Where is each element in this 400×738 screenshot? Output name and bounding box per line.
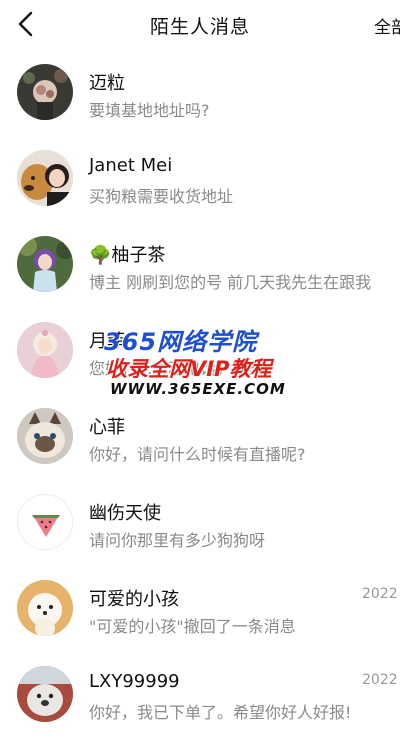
conversation-item[interactable]: 🌳柚子茶 博主 刚刷到您的号 前几天我先生在跟我 [0,222,400,308]
avatar-princess-icon[interactable] [17,322,73,378]
conversation-item[interactable]: LXY99999 你好，我已下单了。希望你好人好报! 2022 [0,652,400,738]
conversation-item[interactable]: 心菲 你好，请问什么时候有直播呢? [0,394,400,480]
avatar-pomeranian-icon[interactable] [17,580,73,636]
nav-header: 陌生人消息 全部 [0,0,400,48]
message-preview: 博主 刚刷到您的号 前几天我先生在跟我 [89,273,372,292]
contact-name: 可爱的小孩 [89,589,179,610]
conversation-item[interactable]: 月菲 您好，...对和电话，我家 [0,308,400,394]
message-preview: 请问你那里有多少狗狗呀 [89,531,266,550]
contact-name: 幽伤天使 [89,503,161,524]
conversation-list: 迈粒 要填基地地址吗? Janet Mei 买狗粮需要收货地址 🌳柚子茶 博主 … [0,50,400,738]
message-preview: 要填基地地址吗? [89,101,210,120]
contact-name: 🌳柚子茶 [89,245,166,266]
avatar-cat-icon[interactable] [17,408,73,464]
header-action-button[interactable]: 全部 [374,13,400,38]
message-time: 2022 [362,586,398,602]
avatar-seal-icon[interactable] [17,666,73,722]
contact-name: 迈粒 [89,73,125,94]
page-title: 陌生人消息 [149,16,250,38]
conversation-item[interactable]: 幽伤天使 请问你那里有多少狗狗呀 [0,480,400,566]
contact-name: LXY99999 [89,671,180,692]
conversation-item[interactable]: Janet Mei 买狗粮需要收货地址 [0,136,400,222]
message-preview: "可爱的小孩"撤回了一条消息 [89,617,296,636]
contact-name: 心菲 [89,417,125,438]
avatar-dog-woman-icon[interactable] [17,150,73,206]
contact-name: 月菲 [89,331,125,352]
conversation-item[interactable]: 可爱的小孩 "可爱的小孩"撤回了一条消息 2022 [0,566,400,652]
message-time: 2022 [362,672,398,688]
avatar-doll-icon[interactable] [17,236,73,292]
message-preview: 您好，...对和电话，我家 [89,359,265,378]
contact-name: Janet Mei [89,155,173,176]
message-preview: 你好，请问什么时候有直播呢? [89,445,306,464]
tree-emoji-icon: 🌳 [89,245,112,266]
conversation-item[interactable]: 迈粒 要填基地地址吗? [0,50,400,136]
avatar-watermelon-icon[interactable] [17,494,73,550]
message-preview: 你好，我已下单了。希望你好人好报! [89,703,352,722]
avatar-flowers-icon[interactable] [17,64,73,120]
message-preview: 买狗粮需要收货地址 [89,187,234,206]
